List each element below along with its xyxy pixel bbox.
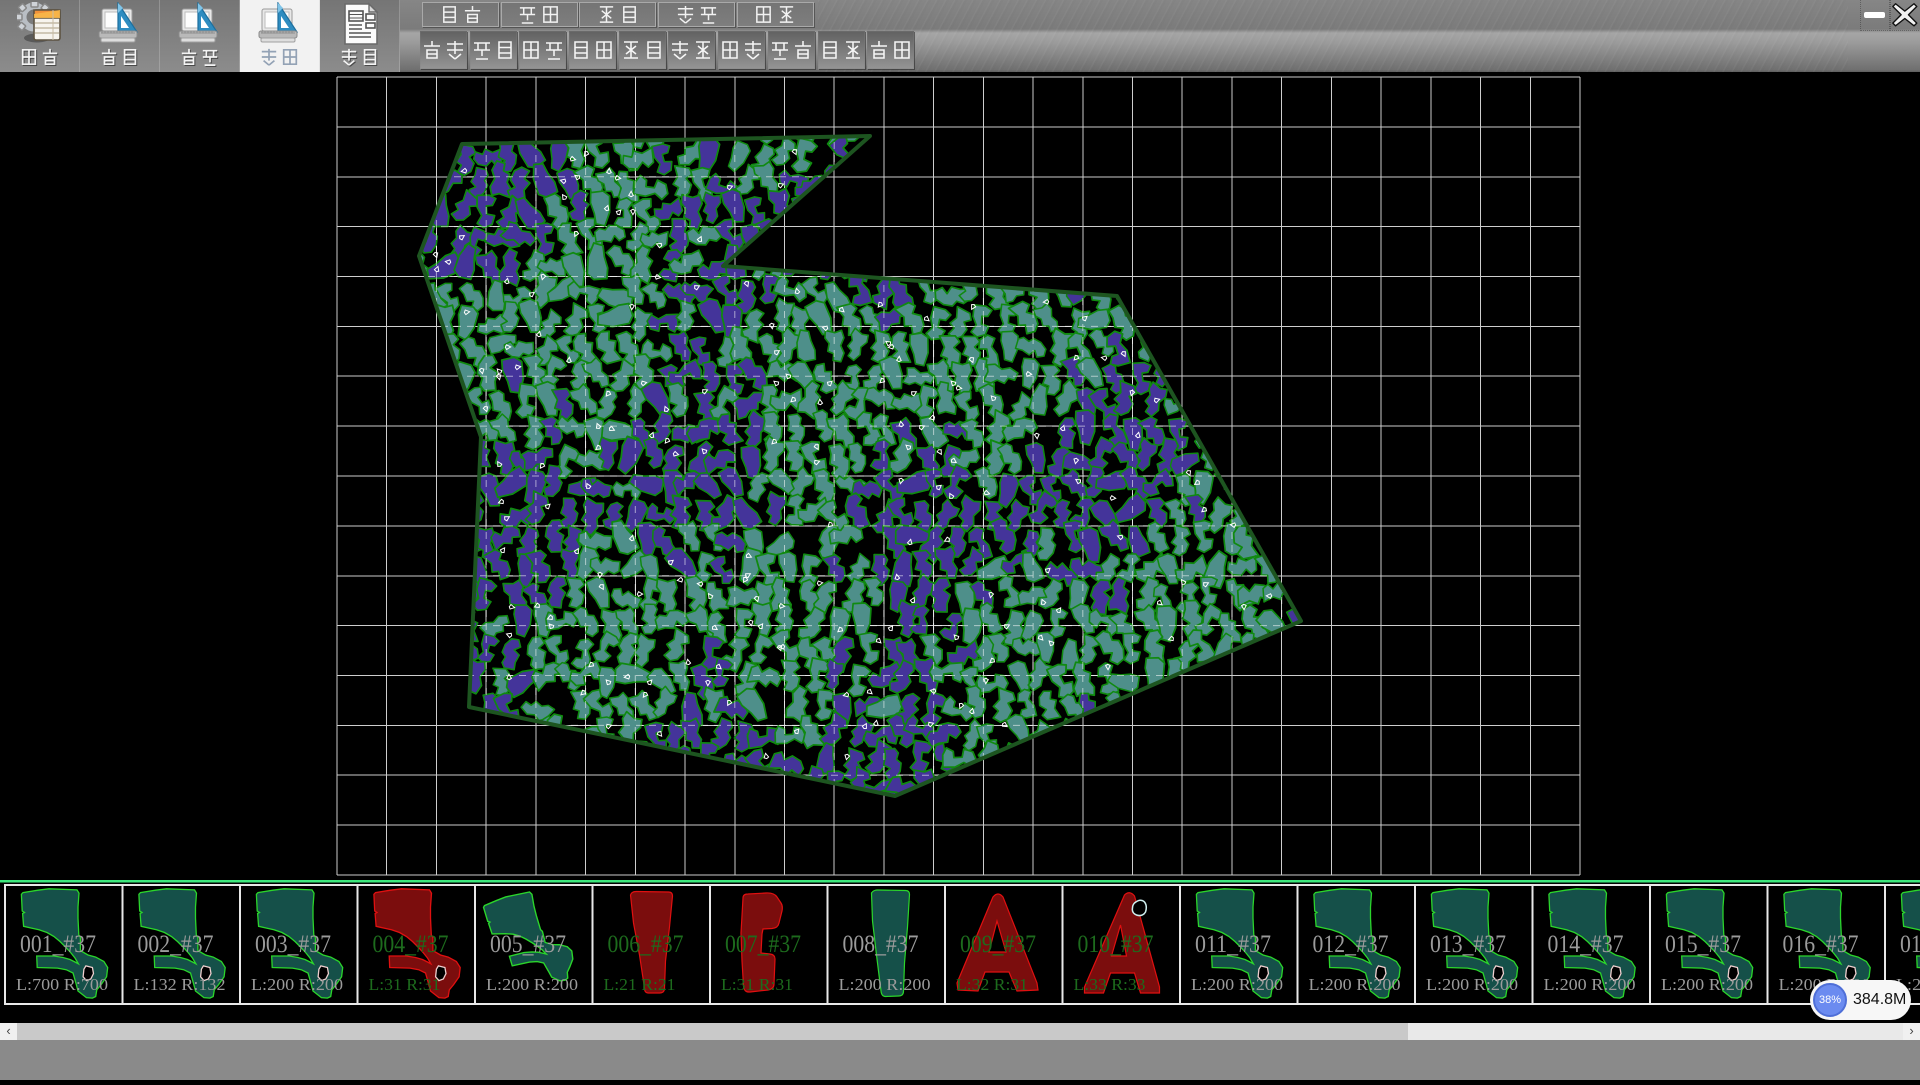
svg-text:L:200 R:200: L:200 R:200 [1309,975,1401,994]
svg-text:007_#37: 007_#37 [725,931,801,958]
svg-text:008_#37: 008_#37 [843,931,919,958]
svg-text:L:200 R:200: L:200 R:200 [1426,975,1518,994]
svg-text:001_#37: 001_#37 [20,931,96,958]
svg-text:L:31 R:31: L:31 R:31 [721,975,793,994]
svg-text:L:32 R:31: L:32 R:31 [956,975,1028,994]
svg-text:L:200 R:200: L:200 R:200 [1661,975,1753,994]
svg-text:014_#37: 014_#37 [1548,931,1624,958]
svg-text:L:200 R:200: L:200 R:200 [486,975,578,994]
svg-text:012_#37: 012_#37 [1313,931,1389,958]
svg-text:006_#37: 006_#37 [608,931,684,958]
svg-text:L:200 R:200: L:200 R:200 [1191,975,1283,994]
svg-text:L:200 R:200: L:200 R:200 [251,975,343,994]
svg-text:L:31 R:31: L:31 R:31 [369,975,441,994]
svg-text:L:33 R:33: L:33 R:33 [1074,975,1146,994]
svg-text:015_#37: 015_#37 [1665,931,1741,958]
svg-text:L:200 R:200: L:200 R:200 [1544,975,1636,994]
svg-text:013_#37: 013_#37 [1430,931,1506,958]
svg-text:002_#37: 002_#37 [138,931,214,958]
svg-text:003_#37: 003_#37 [255,931,331,958]
svg-text:010_#37: 010_#37 [1078,931,1154,958]
svg-text:017_#37: 017_#37 [1900,931,1920,958]
svg-text:016_#37: 016_#37 [1783,931,1859,958]
svg-text:L:200 R:200: L:200 R:200 [839,975,931,994]
svg-text:L:21 R:21: L:21 R:21 [604,975,676,994]
svg-text:L:700 R:700: L:700 R:700 [16,975,108,994]
svg-text:L:132 R:132: L:132 R:132 [134,975,226,994]
svg-text:009_#37: 009_#37 [960,931,1036,958]
svg-text:004_#37: 004_#37 [373,931,449,958]
svg-text:005_#37: 005_#37 [490,931,566,958]
svg-text:011_#37: 011_#37 [1195,931,1271,958]
